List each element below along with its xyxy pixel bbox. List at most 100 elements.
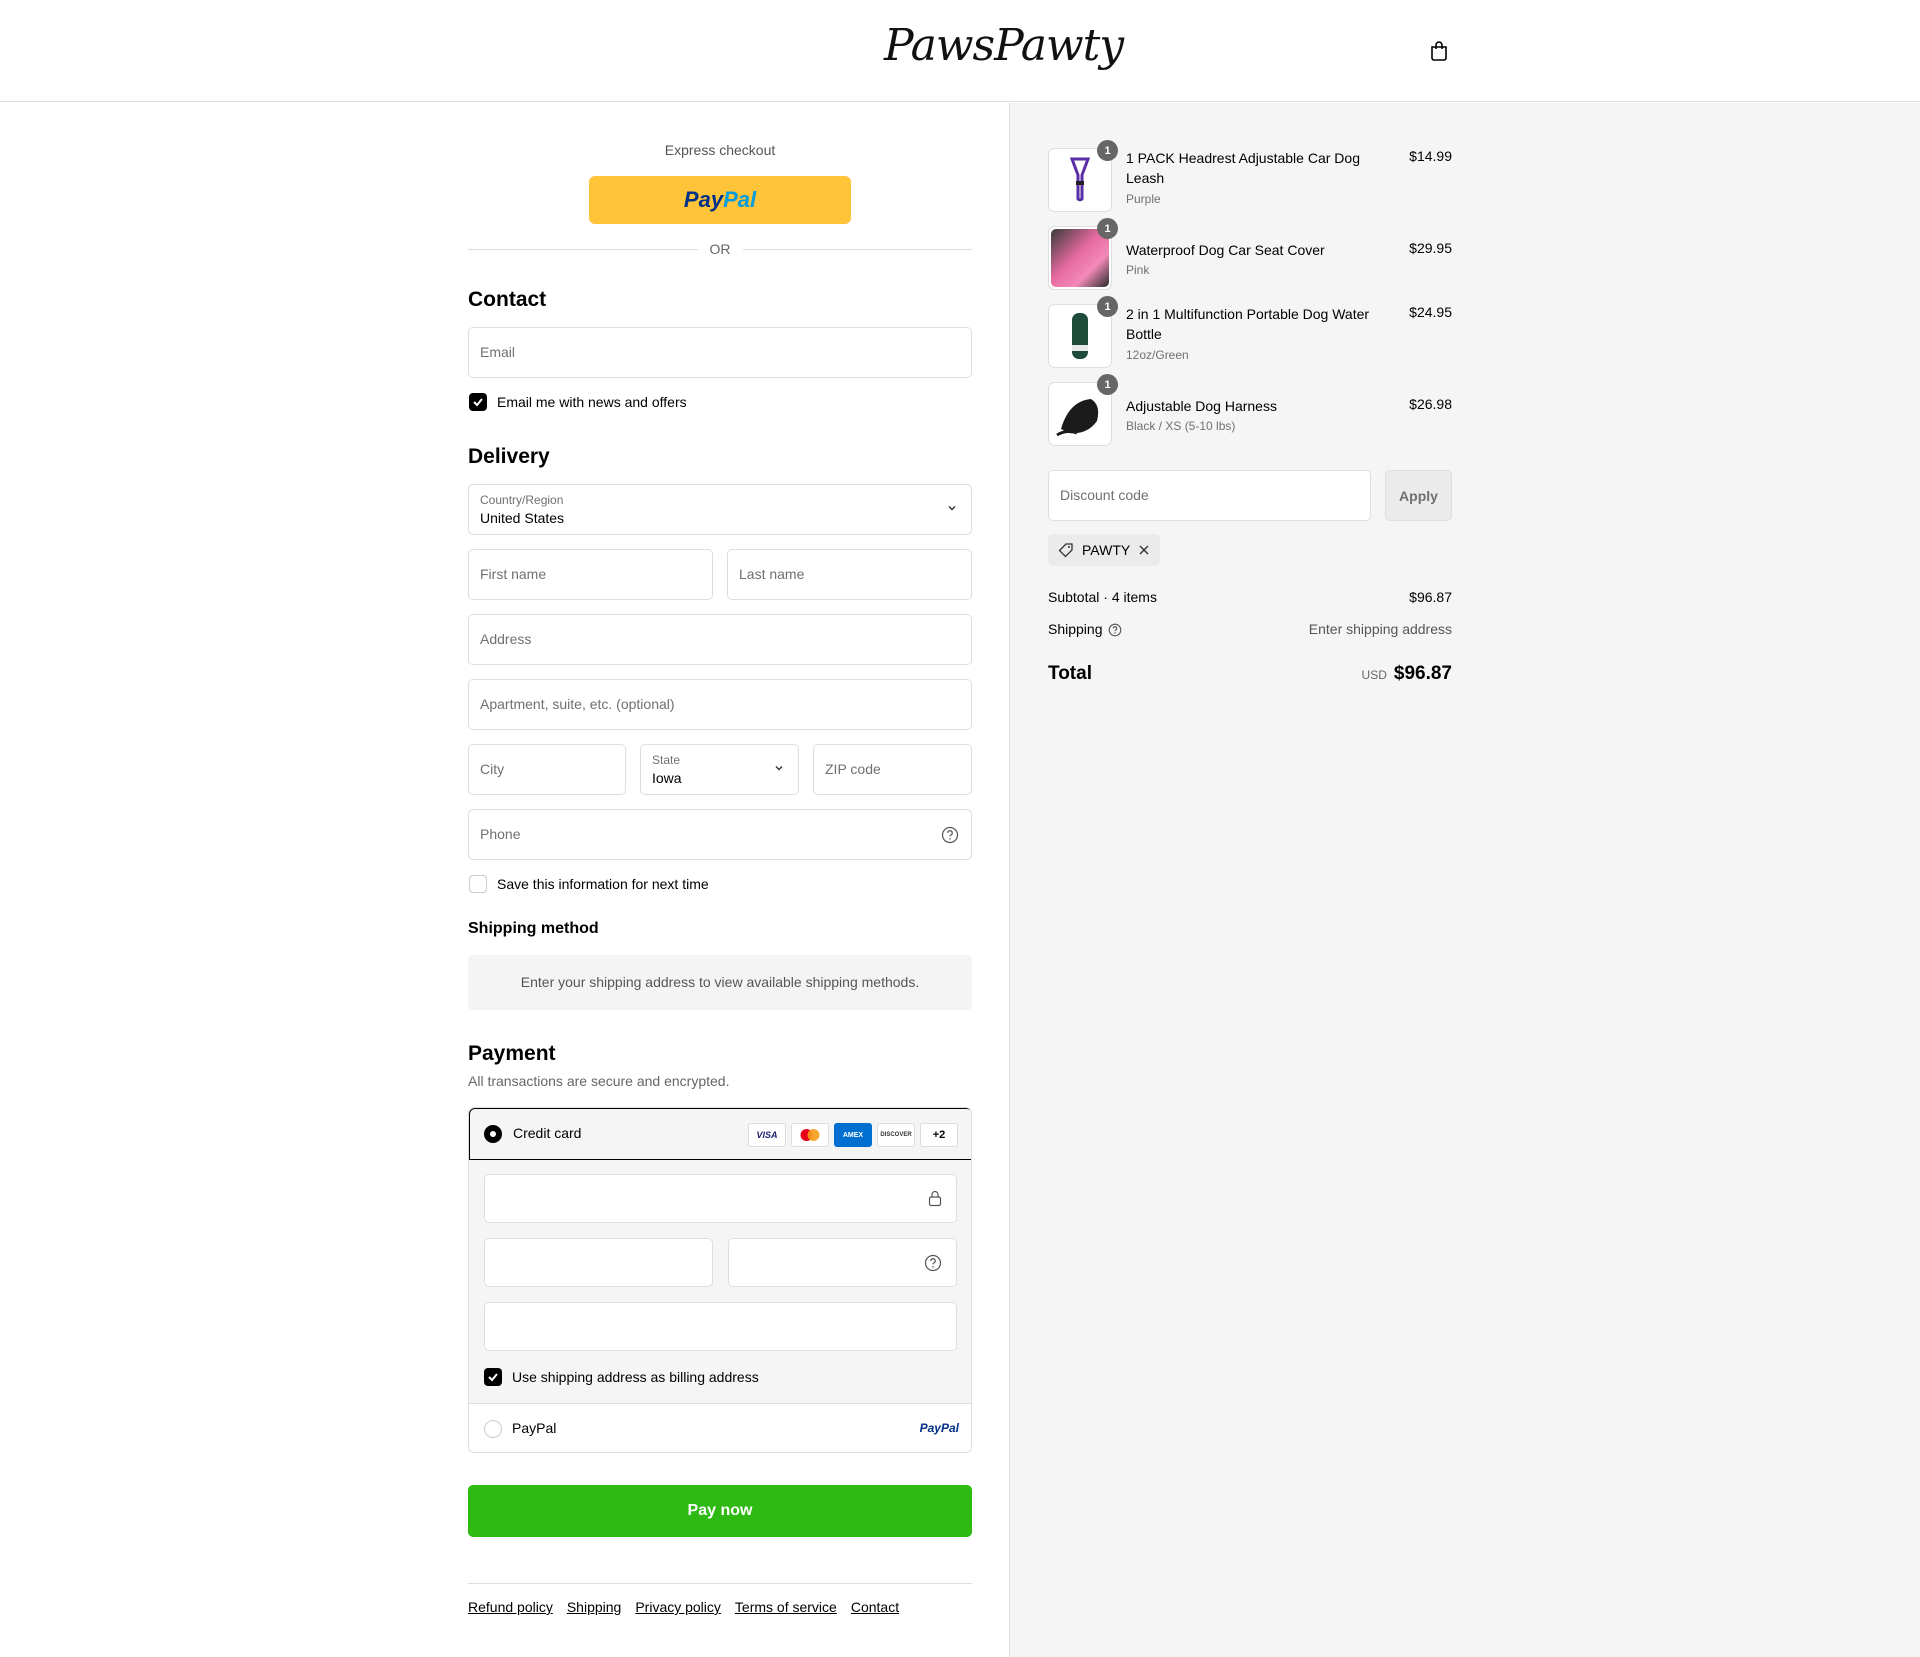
product-thumbnail: 1 — [1048, 218, 1118, 290]
state-value: Iowa — [652, 770, 682, 786]
zip-placeholder: ZIP code — [825, 761, 881, 777]
last-name-field[interactable]: Last name — [727, 549, 972, 600]
total-label: Total — [1048, 663, 1092, 684]
refund-policy-link[interactable]: Refund policy — [468, 1599, 553, 1615]
header: PawsPawty — [0, 0, 1920, 102]
paypal-logo-part2: Pal — [723, 187, 757, 212]
pay-now-button[interactable]: Pay now — [468, 1485, 972, 1537]
more-cards-text: +2 — [932, 1129, 946, 1141]
security-code-field[interactable] — [728, 1238, 957, 1287]
quantity-badge: 1 — [1097, 374, 1118, 395]
save-info-checkbox[interactable] — [469, 875, 487, 893]
phone-field[interactable]: Phone — [468, 809, 972, 860]
discount-code-field[interactable]: Discount code — [1048, 470, 1371, 521]
shipping-value: Enter shipping address — [1308, 621, 1452, 637]
privacy-policy-link[interactable]: Privacy policy — [635, 1599, 721, 1615]
close-icon[interactable] — [1138, 544, 1150, 556]
city-field[interactable]: City — [468, 744, 626, 795]
credit-card-option[interactable]: Credit card VISA AMEX DISCOVER +2 — [469, 1108, 971, 1160]
shipping-link[interactable]: Shipping — [567, 1599, 622, 1615]
card-brand-icons: VISA AMEX DISCOVER +2 — [748, 1123, 958, 1147]
apartment-field[interactable]: Apartment, suite, etc. (optional) — [468, 679, 972, 730]
first-name-field[interactable]: First name — [468, 549, 713, 600]
item-name: 1 PACK Headrest Adjustable Car Dog Leash — [1126, 150, 1360, 186]
first-name-placeholder: First name — [480, 566, 547, 582]
item-name: Waterproof Dog Car Seat Cover — [1126, 242, 1325, 258]
paypal-express-button[interactable]: Pay Pal — [589, 176, 851, 224]
bag-icon[interactable] — [1429, 40, 1449, 62]
email-field[interactable]: Email — [468, 327, 972, 378]
save-info-label: Save this information for next time — [497, 876, 709, 892]
total-row: Total USD $96.87 — [1048, 663, 1452, 687]
shipping-row: Shipping Enter shipping address — [1048, 621, 1452, 637]
tag-icon — [1058, 543, 1073, 558]
item-price: $29.95 — [1409, 240, 1452, 256]
total-amount: USD $96.87 — [1362, 663, 1452, 685]
state-select[interactable]: State Iowa — [640, 744, 799, 795]
quantity-badge: 1 — [1097, 296, 1118, 317]
credit-card-form: Use shipping address as billing address — [469, 1160, 971, 1403]
country-select[interactable]: Country/Region United States — [468, 484, 972, 535]
expiry-field[interactable] — [484, 1238, 713, 1287]
billing-same-checkbox[interactable] — [484, 1368, 502, 1386]
or-divider: OR — [468, 241, 972, 257]
store-logo[interactable]: PawsPawty — [884, 20, 1124, 71]
delivery-heading: Delivery — [468, 445, 550, 468]
help-circle-icon[interactable] — [924, 1254, 942, 1272]
item-variant: Purple — [1126, 192, 1161, 206]
discover-text: DISCOVER — [880, 1132, 912, 1138]
product-thumbnail: 1 — [1048, 374, 1118, 446]
footer-divider — [468, 1583, 972, 1584]
zip-field[interactable]: ZIP code — [813, 744, 972, 795]
footer-links: Refund policy Shipping Privacy policy Te… — [468, 1599, 899, 1615]
discover-icon: DISCOVER — [877, 1123, 915, 1147]
item-name: Adjustable Dog Harness — [1126, 398, 1277, 414]
item-variant: Pink — [1126, 263, 1150, 277]
paypal-option-label: PayPal — [512, 1420, 557, 1436]
amex-icon: AMEX — [834, 1123, 872, 1147]
payment-heading: Payment — [468, 1042, 556, 1065]
visa-text: VISA — [756, 1130, 778, 1140]
more-cards-badge: +2 — [920, 1123, 958, 1147]
name-on-card-field[interactable] — [484, 1302, 957, 1351]
discount-code-text: PAWTY — [1082, 542, 1131, 558]
last-name-placeholder: Last name — [739, 566, 805, 582]
shipping-label: Shipping — [1048, 621, 1103, 637]
subtotal-value: $96.87 — [1409, 589, 1452, 605]
payment-subtitle: All transactions are secure and encrypte… — [468, 1073, 730, 1089]
subtotal-label: Subtotal · 4 items — [1048, 589, 1157, 605]
address-placeholder: Address — [480, 631, 532, 647]
credit-card-radio[interactable] — [484, 1125, 502, 1143]
mastercard-icon — [791, 1123, 829, 1147]
quantity-badge: 1 — [1097, 140, 1118, 161]
chevron-down-icon — [948, 506, 956, 511]
phone-placeholder: Phone — [480, 826, 521, 842]
shipping-method-notice: Enter your shipping address to view avai… — [468, 955, 972, 1010]
quantity-badge: 1 — [1097, 218, 1118, 239]
visa-icon: VISA — [748, 1123, 786, 1147]
newsletter-label: Email me with news and offers — [497, 394, 687, 410]
help-circle-icon[interactable] — [941, 826, 959, 844]
item-price: $26.98 — [1409, 396, 1452, 412]
item-price: $14.99 — [1409, 148, 1452, 164]
item-price: $24.95 — [1409, 304, 1452, 320]
help-circle-icon[interactable] — [1108, 623, 1122, 637]
card-number-field[interactable] — [484, 1174, 957, 1223]
total-value: $96.87 — [1393, 663, 1452, 684]
address-field[interactable]: Address — [468, 614, 972, 665]
terms-of-service-link[interactable]: Terms of service — [735, 1599, 837, 1615]
cart-item: 1 Waterproof Dog Car Seat Cover Pink $29… — [1048, 218, 1452, 290]
cart-item: 1 2 in 1 Multifunction Portable Dog Wate… — [1048, 296, 1452, 368]
contact-link[interactable]: Contact — [851, 1599, 899, 1615]
shipping-method-heading: Shipping method — [468, 920, 599, 937]
state-label: State — [652, 753, 681, 767]
cart-item: 1 1 PACK Headrest Adjustable Car Dog Lea… — [1048, 140, 1452, 212]
newsletter-checkbox[interactable] — [469, 393, 487, 411]
apply-discount-button[interactable]: Apply — [1385, 470, 1452, 521]
paypal-option[interactable]: PayPal PayPal — [469, 1403, 971, 1452]
city-placeholder: City — [480, 761, 505, 777]
item-variant: Black / XS (5-10 lbs) — [1126, 419, 1236, 433]
paypal-logo-part1: Pay — [683, 187, 724, 212]
amex-text: AMEX — [842, 1131, 864, 1139]
paypal-radio[interactable] — [484, 1420, 502, 1438]
